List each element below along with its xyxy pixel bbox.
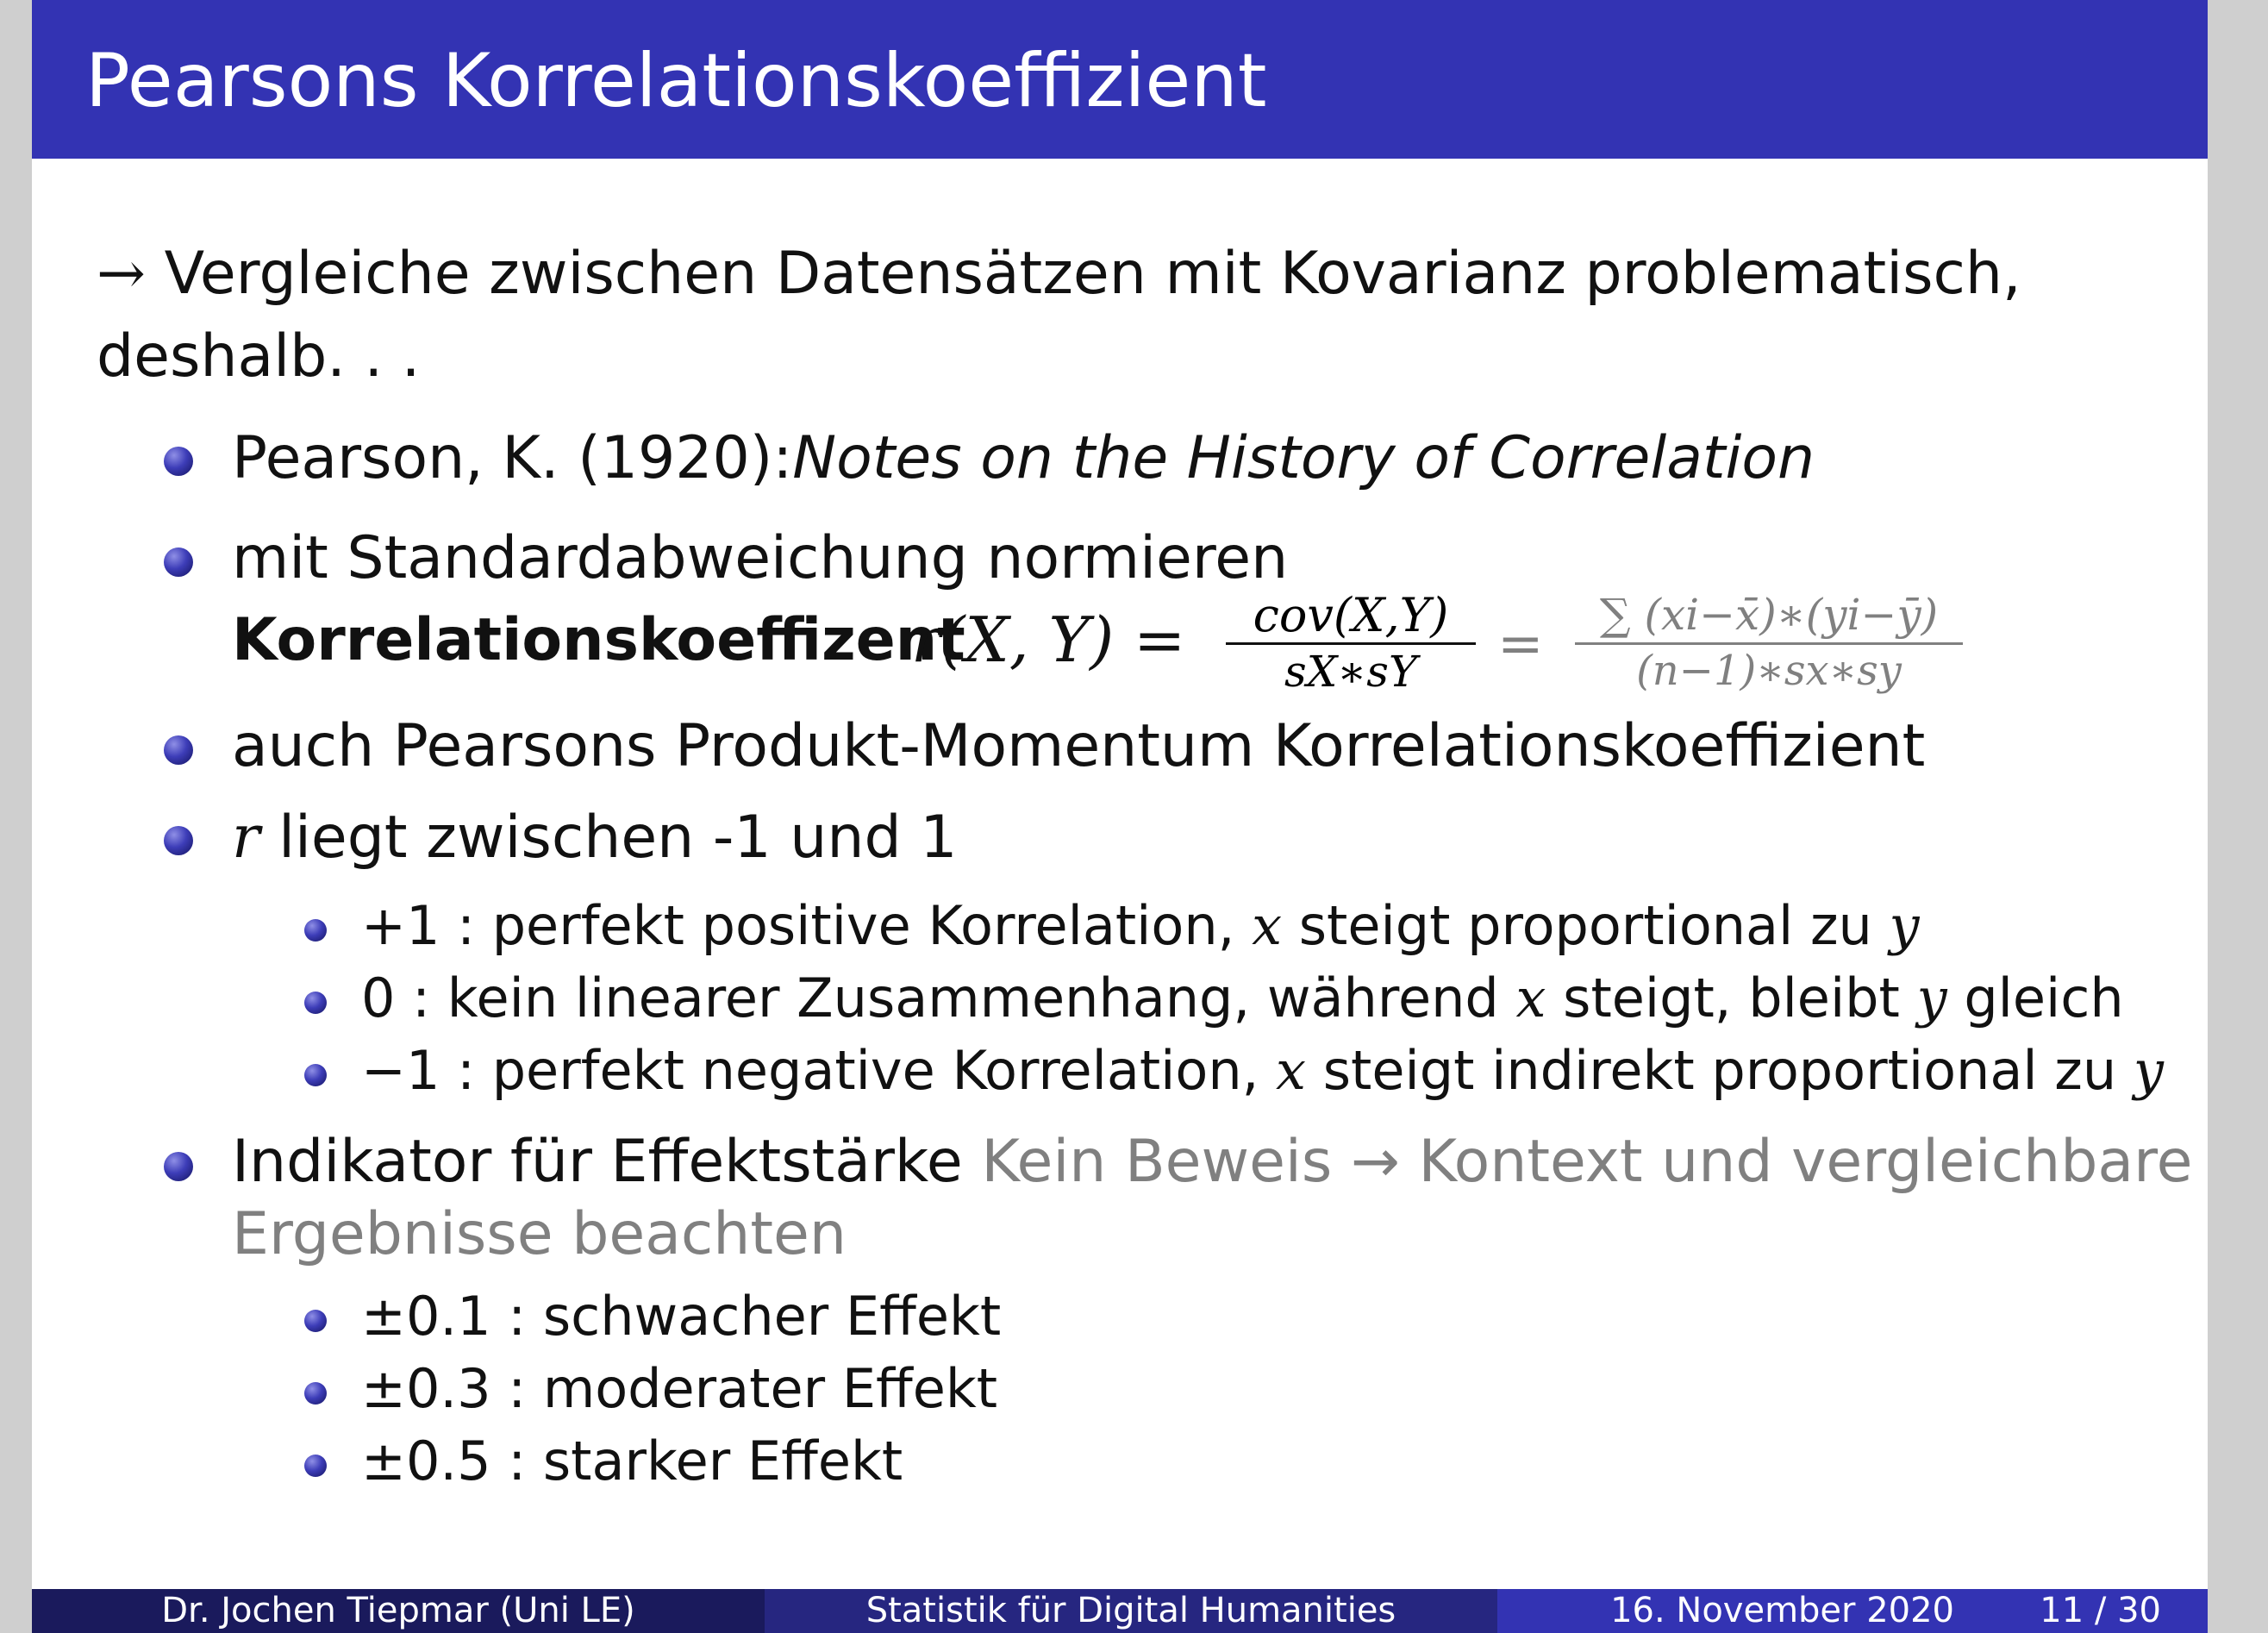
- fraction-2-numerator: ∑ (xi−x̄)∗(yi−ȳ): [1599, 590, 1939, 640]
- fraction-1-line: [1226, 642, 1476, 645]
- fraction-1-numerator: cov(X,Y): [1253, 588, 1449, 642]
- right-arrow-icon: →: [97, 240, 146, 308]
- footer-course: Statistik für Digital Humanities: [865, 1591, 1396, 1630]
- sub-item-strong: ±0.5 : starker Effekt: [361, 1430, 903, 1492]
- list-item-normieren: mit Standardabweichung normieren: [232, 524, 1289, 592]
- intro-text-1: Vergleiche zwischen Datensätzen mit Kova…: [164, 240, 2021, 308]
- fraction-2-line: [1575, 642, 1963, 645]
- slide: Pearsons Korrelationskoeffizient → Vergl…: [32, 0, 2208, 1633]
- list-item-produkt-momentum: auch Pearsons Produkt-Momentum Korrelati…: [232, 712, 1926, 780]
- sub-bullet-icon: [304, 919, 327, 942]
- bullet-icon: [164, 826, 193, 855]
- footer-page-number: 11 / 30: [2040, 1591, 2161, 1630]
- bullet-icon: [164, 547, 193, 577]
- sub-bullet-icon: [304, 1310, 327, 1332]
- sub-bullet-icon: [304, 992, 327, 1014]
- bullet-icon: [164, 1152, 193, 1181]
- bullet-icon: [164, 735, 193, 765]
- var-r: r: [232, 804, 260, 872]
- title-bar: Pearsons Korrelationskoeffizient: [32, 0, 2208, 159]
- sub-bullet-icon: [304, 1064, 327, 1086]
- formula-equals-2: =: [1497, 612, 1544, 676]
- citation-author: Pearson, K. (1920):: [232, 424, 793, 492]
- sub-item-weak: ±0.1 : schwacher Effekt: [361, 1285, 1002, 1348]
- sub-item-positive: +1 : perfekt positive Korrelation, x ste…: [361, 894, 1920, 957]
- fraction-2-denominator: (n−1)∗sx∗sy: [1636, 647, 1902, 695]
- footer-date: 16. November 2020: [1610, 1591, 1954, 1630]
- sub-item-zero: 0 : kein linearer Zusammenhang, während …: [361, 967, 2124, 1029]
- list-item-range: r liegt zwischen -1 und 1: [232, 804, 958, 872]
- sub-bullet-icon: [304, 1382, 327, 1405]
- formula-label: Korrelationskoeffizent: [232, 606, 965, 674]
- sub-item-moderate: ±0.3 : moderater Effekt: [361, 1357, 998, 1420]
- formula-lhs: r(X, Y) =: [911, 604, 1186, 676]
- fraction-1-denominator: sX∗sY: [1284, 647, 1417, 697]
- bullet-icon: [164, 447, 193, 476]
- footer-author: Dr. Jochen Tiepmar (Uni LE): [161, 1591, 635, 1630]
- intro-line-2: deshalb. . .: [97, 322, 421, 391]
- list-item-effektstaerke-cont: Ergebnisse beachten: [232, 1200, 847, 1268]
- sub-item-negative: −1 : perfekt negative Korrelation, x ste…: [361, 1039, 2164, 1102]
- citation-title: Notes on the History of Correlation: [792, 424, 1815, 492]
- list-item-pearson: Pearson, K. (1920):Notes on the History …: [232, 424, 1815, 492]
- intro-line-1: → Vergleiche zwischen Datensätzen mit Ko…: [97, 240, 2021, 308]
- sub-bullet-icon: [304, 1455, 327, 1477]
- list-item-effektstaerke: Indikator für Effektstärke Kein Beweis →…: [232, 1128, 2193, 1196]
- slide-title: Pearsons Korrelationskoeffizient: [85, 38, 1267, 124]
